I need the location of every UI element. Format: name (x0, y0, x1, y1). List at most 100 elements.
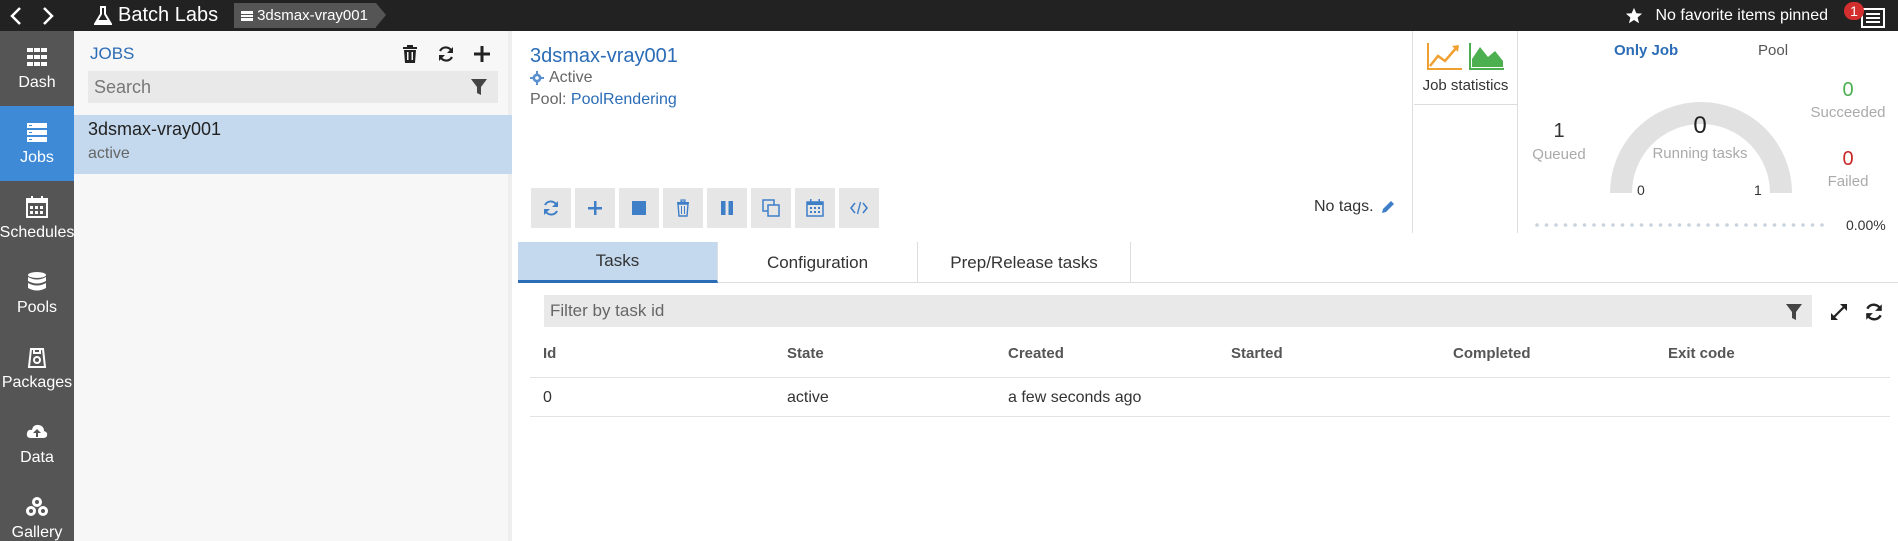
tab-prep-release-tasks[interactable]: Prep/Release tasks (918, 242, 1131, 283)
tab-configuration[interactable]: Configuration (718, 242, 918, 283)
filter-icon[interactable] (470, 77, 488, 97)
column-header-state[interactable]: State (787, 345, 824, 362)
dashboard-icon (27, 47, 47, 66)
divider (1517, 31, 1518, 233)
sidebar-item-label: Packages (1, 373, 73, 391)
progress-dot (1544, 223, 1549, 227)
refresh-job-button[interactable] (531, 188, 571, 228)
delete-job-button[interactable] (663, 188, 703, 228)
column-header-started[interactable]: Started (1231, 345, 1283, 362)
brand[interactable]: Batch Labs (94, 4, 218, 27)
sidebar-item-label: Pools (16, 298, 58, 316)
progress-dot (1601, 223, 1606, 227)
progress-dot (1715, 223, 1720, 227)
flask-icon (94, 5, 112, 25)
sidebar-item-label: Data (20, 448, 54, 466)
delete-jobs-button[interactable] (392, 43, 428, 65)
job-statistics-button[interactable]: Job statistics (1414, 31, 1517, 105)
sidebar-item-dash[interactable]: Dash (0, 31, 74, 106)
job-pool: Pool: PoolRendering (530, 91, 677, 109)
refresh-jobs-button[interactable] (428, 43, 464, 65)
tab-pool[interactable]: Pool (1758, 42, 1788, 59)
filter-icon[interactable] (1785, 302, 1803, 322)
pencil-icon[interactable] (1380, 200, 1395, 215)
progress-dot (1677, 223, 1682, 227)
queued-label: Queued (1532, 146, 1586, 163)
progress-dot (1820, 223, 1824, 227)
back-button[interactable] (0, 0, 32, 31)
sidebar-item-packages[interactable]: Packages (0, 331, 74, 406)
sidebar-item-label: Jobs (20, 148, 54, 166)
progress-dot (1563, 223, 1568, 227)
breadcrumb[interactable]: 3dsmax-vray001 (234, 3, 386, 28)
column-header-completed[interactable]: Completed (1453, 345, 1531, 362)
favorites[interactable]: No favorite items pinned (1625, 0, 1828, 31)
task-id: 0 (543, 389, 552, 406)
clone-icon (762, 199, 780, 217)
add-job-button[interactable] (464, 43, 500, 65)
job-status: Active (530, 69, 593, 87)
refresh-icon (438, 46, 454, 62)
succeeded-label: Succeeded (1810, 104, 1886, 121)
progress-dot (1725, 223, 1729, 227)
tab-only-job[interactable]: Only Job (1614, 42, 1678, 59)
divider (530, 416, 1890, 417)
sidebar-item-jobs[interactable]: Jobs (0, 106, 74, 181)
succeeded-count: 0 (1842, 79, 1854, 101)
tab-tasks[interactable]: Tasks (518, 242, 718, 283)
forward-button[interactable] (32, 0, 64, 31)
chevron-left-icon (10, 6, 21, 25)
progress-dot (1696, 223, 1701, 227)
refresh-icon[interactable] (1864, 302, 1884, 322)
tab-strip: Tasks Configuration Prep/Release tasks (518, 242, 1898, 283)
calendar-icon (806, 199, 824, 217)
search-input[interactable] (88, 71, 498, 103)
progress-dot (1573, 223, 1577, 227)
sidebar-item-pools[interactable]: Pools (0, 256, 74, 331)
progress-dot (1734, 223, 1739, 227)
progress-dot (1620, 223, 1625, 227)
sidebar-item-label: Gallery (11, 523, 63, 541)
pool-link[interactable]: PoolRendering (571, 91, 677, 108)
view-json-button[interactable] (839, 188, 879, 228)
top-bar: Batch Labs 3dsmax-vray001 No favorite it… (0, 0, 1898, 31)
disable-job-button[interactable] (707, 188, 747, 228)
progress-dot (1535, 223, 1539, 227)
column-header-id[interactable]: Id (543, 345, 556, 362)
list-item[interactable]: 3dsmax-vray001 active (74, 115, 512, 174)
task-created: a few seconds ago (1008, 389, 1142, 406)
progress-dot (1782, 223, 1786, 227)
sidebar-item-data[interactable]: Data (0, 406, 74, 481)
expand-icon[interactable] (1829, 302, 1849, 322)
gauge-max: 1 (1754, 182, 1762, 198)
notifications-button[interactable]: 1 (1844, 2, 1886, 29)
sidebar: Dash Jobs Schedules Pools Packages Data … (0, 31, 74, 541)
breadcrumb-label: 3dsmax-vray001 (257, 7, 368, 24)
schedule-job-button[interactable] (795, 188, 835, 228)
task-filter-input[interactable] (544, 295, 1812, 327)
sidebar-item-schedules[interactable]: Schedules (0, 181, 74, 256)
progress-percent: 0.00% (1846, 217, 1886, 233)
line-chart-icon (1426, 43, 1462, 70)
code-icon (850, 201, 868, 215)
progress-dot (1630, 223, 1634, 227)
calendar-icon (26, 195, 48, 218)
job-icon (241, 10, 254, 21)
sidebar-item-gallery[interactable]: Gallery (0, 481, 74, 541)
add-task-button[interactable] (575, 188, 615, 228)
task-progress-dots (1535, 223, 1824, 227)
area-chart-icon (1468, 43, 1504, 70)
divider (1412, 31, 1413, 233)
column-header-exit-code[interactable]: Exit code (1668, 345, 1735, 362)
job-item-state: active (88, 145, 130, 162)
progress-dot (1791, 223, 1796, 227)
jobs-icon (27, 122, 47, 142)
terminate-job-button[interactable] (619, 188, 659, 228)
progress-dot (1801, 223, 1805, 227)
jobs-panel: JOBS 3dsmax-vray001 active (74, 31, 512, 541)
failed-label: Failed (1827, 173, 1869, 190)
column-header-created[interactable]: Created (1008, 345, 1064, 362)
progress-dot (1763, 223, 1767, 227)
clone-job-button[interactable] (751, 188, 791, 228)
notification-badge: 1 (1844, 2, 1864, 20)
